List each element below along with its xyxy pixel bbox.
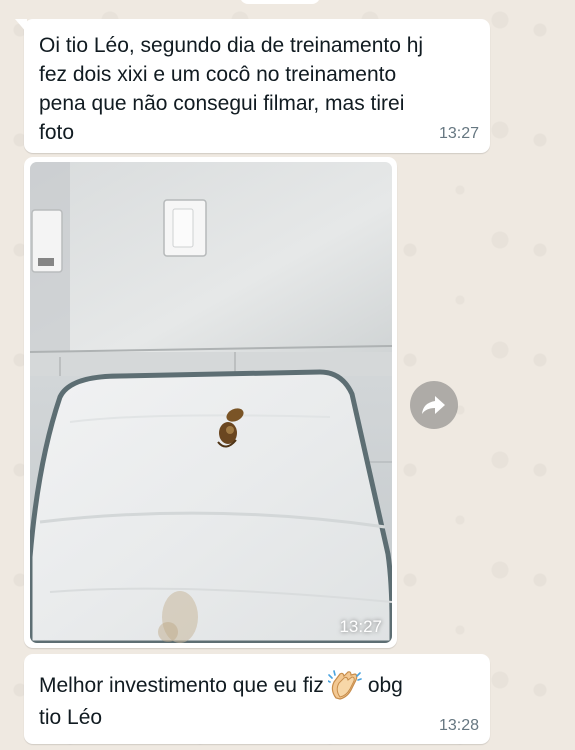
message-timestamp: 13:28 bbox=[438, 717, 479, 734]
message-text-part: Melhor investimento que eu fiz bbox=[39, 674, 324, 697]
message-text: Oi tio Léo, segundo dia de treinamento h… bbox=[39, 34, 424, 144]
message-timestamp: 13:27 bbox=[438, 125, 479, 142]
photo-timestamp: 13:27 bbox=[339, 617, 382, 636]
message-text-line2: tio Léo bbox=[39, 706, 103, 729]
clapping-hands-icon bbox=[327, 670, 362, 700]
message-text-part: obg bbox=[367, 674, 403, 697]
message-text: Melhor investimento que eu fiz obg tio L… bbox=[39, 670, 479, 734]
previous-message-edge bbox=[240, 0, 320, 4]
message-photo[interactable]: 13:27 bbox=[30, 162, 392, 643]
message-bubble-photo[interactable]: 13:27 bbox=[24, 157, 397, 648]
message-bubble-1[interactable]: Oi tio Léo, segundo dia de treinamento h… bbox=[15, 19, 490, 153]
photo-of-pee-pad bbox=[30, 162, 392, 643]
message-bubble-3[interactable]: Melhor investimento que eu fiz obg tio L… bbox=[24, 654, 490, 744]
forward-button[interactable] bbox=[410, 381, 458, 429]
forward-arrow-icon bbox=[422, 396, 445, 414]
